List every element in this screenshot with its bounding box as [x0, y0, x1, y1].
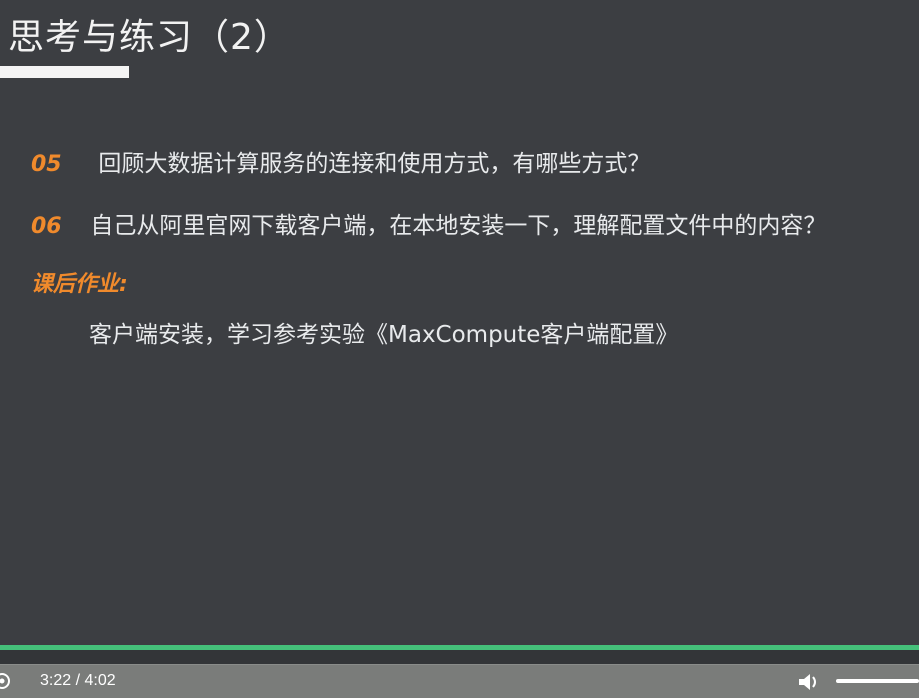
title-underline	[0, 66, 129, 78]
time-display: 3:22 / 4:02	[40, 672, 116, 690]
volume-slider[interactable]	[836, 679, 919, 683]
question-number: 06	[31, 214, 62, 239]
replay-icon[interactable]	[0, 671, 12, 691]
progress-spacer	[0, 650, 919, 664]
player-controls: 3:22 / 4:02	[0, 664, 919, 698]
slide-title: 思考与练习（2）	[8, 17, 291, 58]
homework-text: 客户端安装，学习参考实验《MaxCompute客户端配置》	[89, 322, 679, 348]
homework-label: 课后作业:	[31, 272, 128, 297]
question-05: 05 回顾大数据计算服务的连接和使用方式，有哪些方式？	[31, 144, 650, 178]
volume-icon[interactable]	[797, 671, 821, 693]
question-text: 自己从阿里官网下载客户端，在本地安装一下，理解配置文件中的内容？	[90, 213, 827, 239]
question-06: 06 自己从阿里官网下载客户端，在本地安装一下，理解配置文件中的内容？	[31, 206, 826, 240]
question-text: 回顾大数据计算服务的连接和使用方式，有哪些方式？	[98, 151, 651, 177]
current-time: 3:22	[40, 672, 72, 689]
duration: 4:02	[84, 672, 116, 689]
time-separator: /	[75, 672, 81, 689]
question-number: 05	[31, 152, 62, 177]
